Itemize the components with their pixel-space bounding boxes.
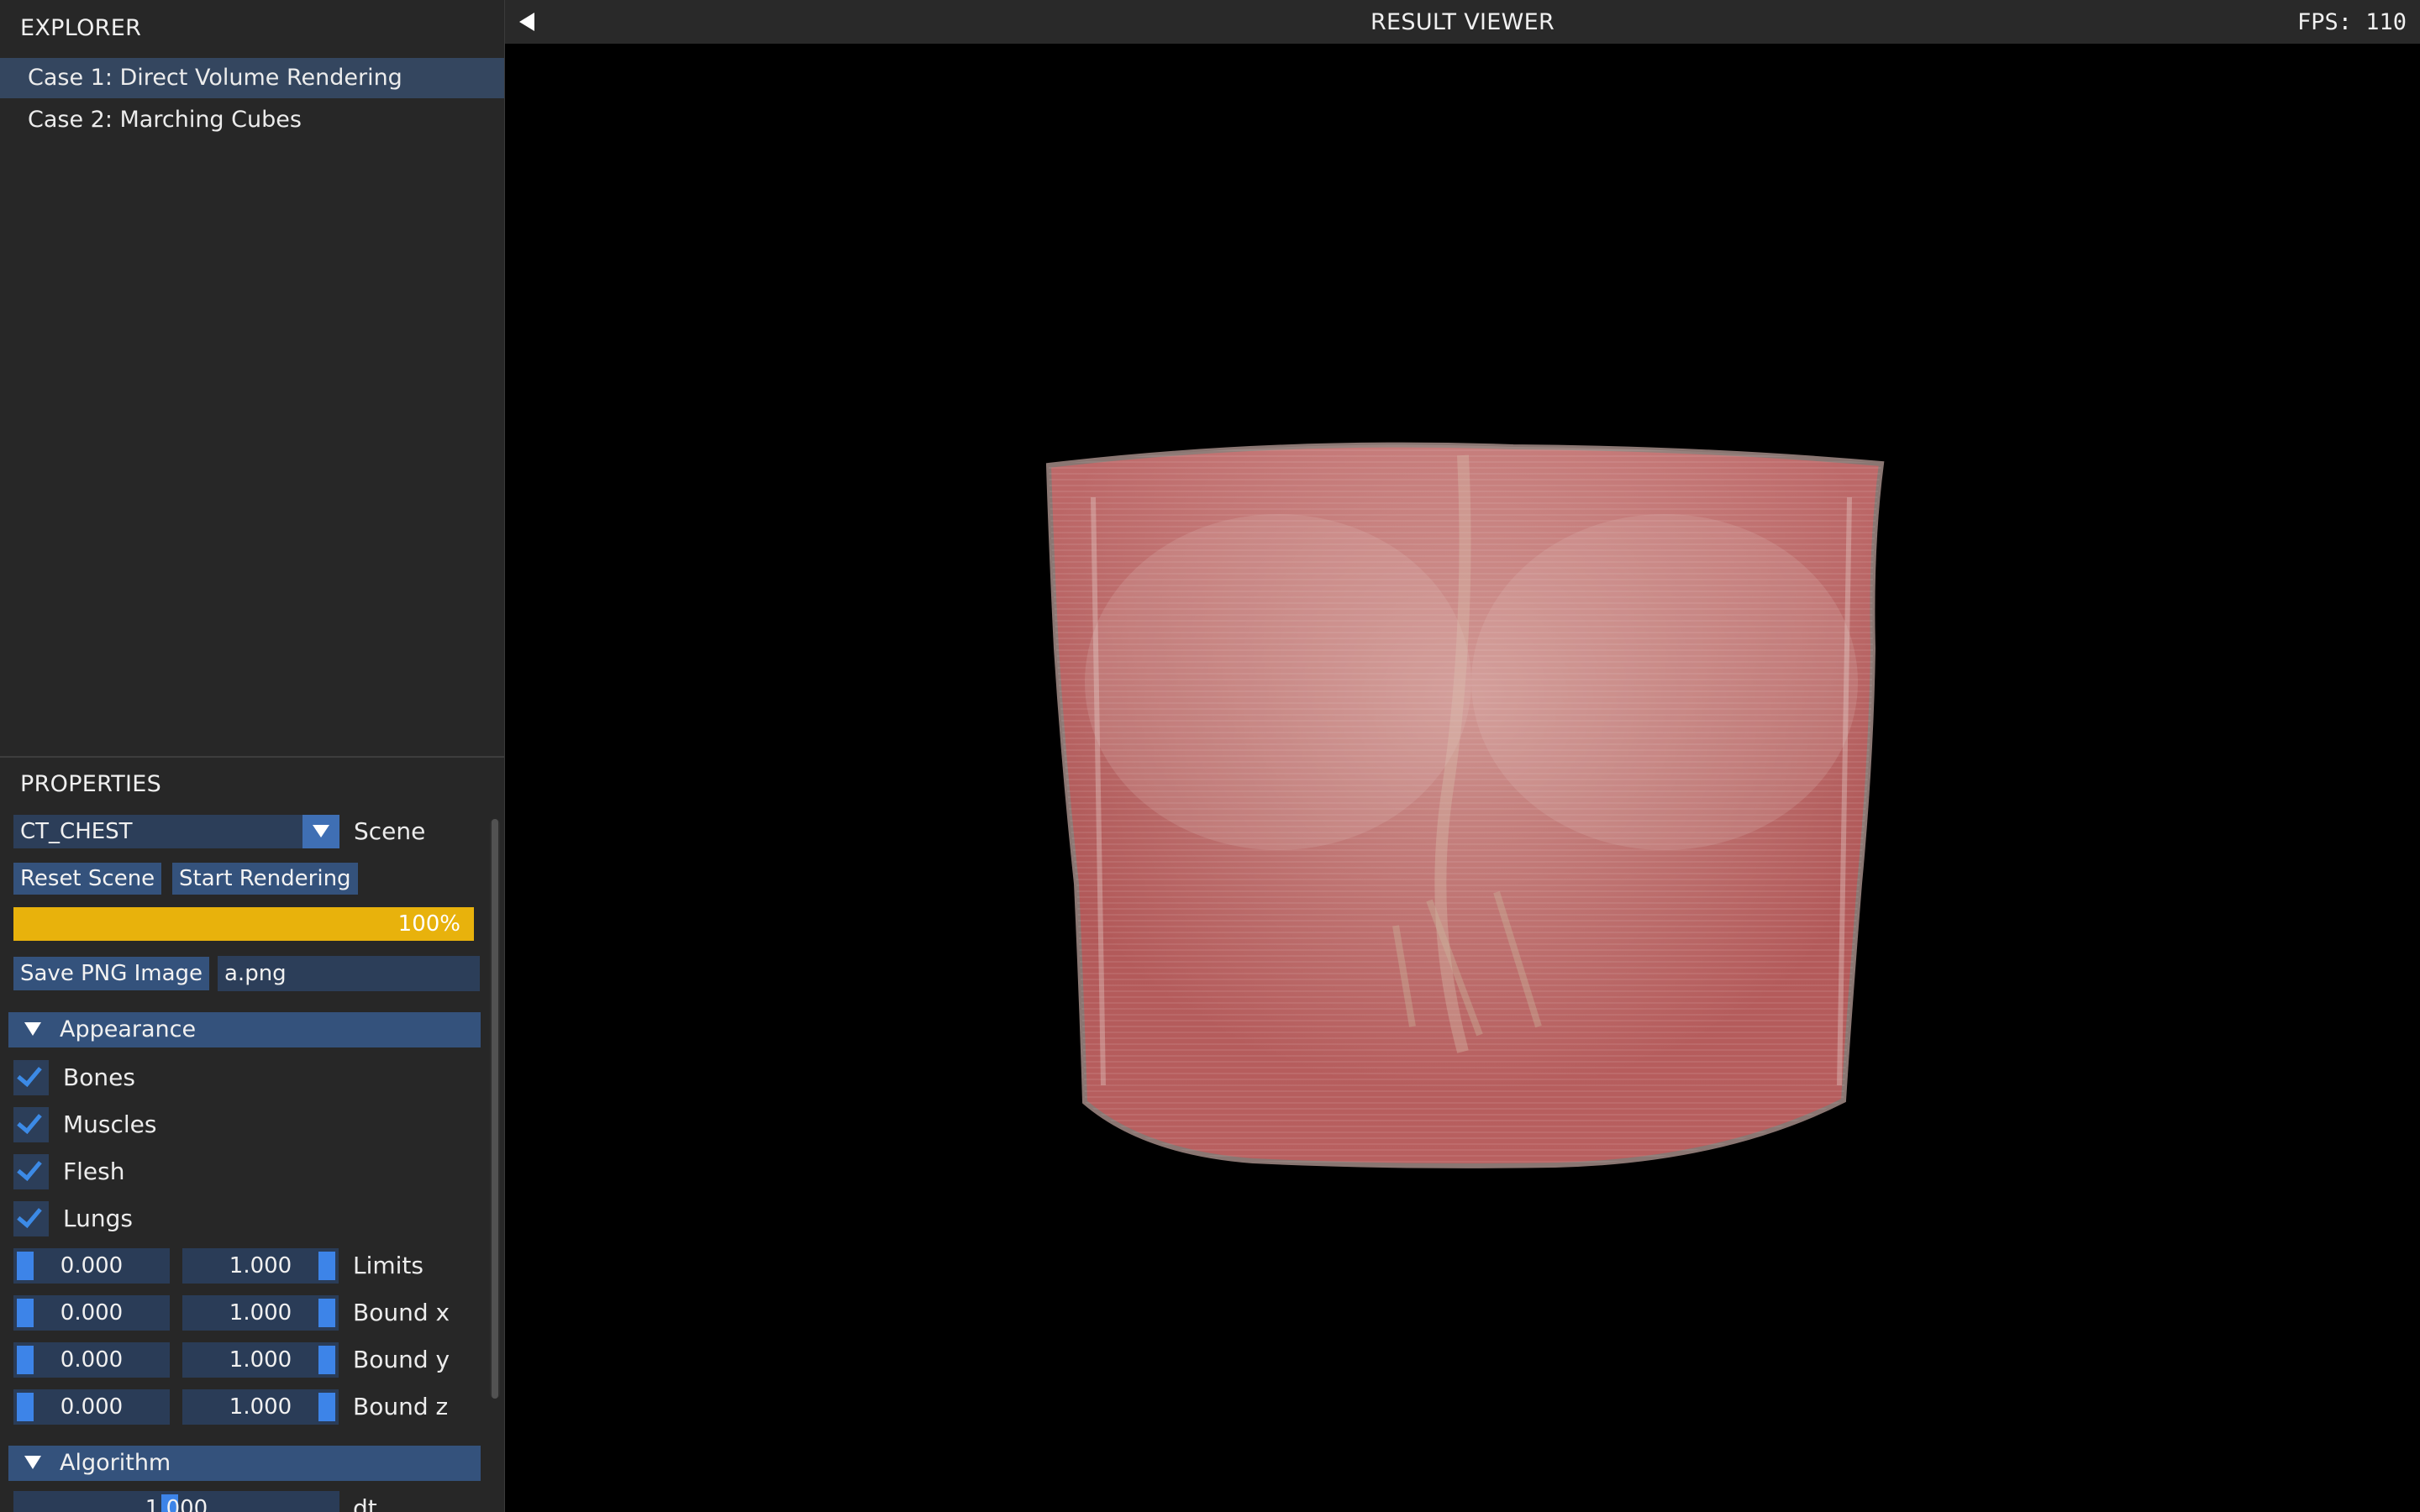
filename-input[interactable]	[218, 956, 480, 991]
lungs-checkbox[interactable]	[13, 1201, 49, 1236]
check-icon	[17, 1202, 42, 1228]
scrollbar-thumb[interactable]	[492, 819, 498, 1399]
dt-value: 1.000	[145, 1496, 208, 1512]
volume-render-canvas[interactable]	[505, 44, 2420, 1512]
chevron-down-icon[interactable]	[302, 815, 339, 848]
check-icon	[17, 1108, 42, 1134]
side-panel: EXPLORER Case 1: Direct Volume Rendering…	[0, 0, 505, 1512]
bound-z-label: Bound z	[353, 1393, 449, 1420]
appearance-header-label: Appearance	[60, 1016, 197, 1042]
fps-readout: FPS: 110	[2296, 9, 2407, 35]
flesh-label: Flesh	[63, 1158, 125, 1185]
muscles-label: Muscles	[63, 1110, 157, 1138]
properties-header: PROPERTIES	[20, 771, 162, 797]
render-progress-bar: 100%	[13, 907, 474, 941]
limits-label: Limits	[353, 1252, 424, 1279]
save-png-button[interactable]: Save PNG Image	[13, 957, 210, 990]
explorer-header: EXPLORER	[20, 15, 142, 41]
viewer-titlebar: RESULT VIEWER FPS: 110	[505, 0, 2420, 44]
scene-label: Scene	[354, 817, 426, 845]
bound-x-max-slider[interactable]: 1.000	[182, 1295, 339, 1331]
bound-z-min-value: 0.000	[60, 1394, 124, 1420]
chest-volume-render	[1045, 442, 1885, 1168]
algorithm-header-label: Algorithm	[60, 1450, 171, 1476]
bound-y-min-slider[interactable]: 0.000	[13, 1342, 170, 1378]
triangle-down-icon	[24, 1456, 41, 1469]
scene-select-value: CT_CHEST	[20, 819, 133, 844]
start-rendering-button[interactable]: Start Rendering	[172, 863, 358, 895]
check-icon	[17, 1155, 42, 1181]
muscles-checkbox[interactable]	[13, 1107, 49, 1142]
properties-content: CT_CHEST Scene Reset Scene Start Renderi…	[0, 811, 487, 1512]
explorer-item-direct-volume-rendering[interactable]: Case 1: Direct Volume Rendering	[0, 58, 504, 98]
bound-y-max-slider[interactable]: 1.000	[182, 1342, 339, 1378]
limits-min-value: 0.000	[60, 1253, 124, 1278]
dt-slider[interactable]: 1.000	[13, 1491, 339, 1512]
bound-y-max-value: 1.000	[229, 1347, 292, 1373]
algorithm-collapse-header[interactable]: Algorithm	[8, 1446, 481, 1481]
bones-label: Bones	[63, 1063, 135, 1091]
result-viewer: RESULT VIEWER FPS: 110	[505, 0, 2420, 1512]
bones-checkbox[interactable]	[13, 1060, 49, 1095]
bound-z-max-value: 1.000	[229, 1394, 292, 1420]
limits-max-slider[interactable]: 1.000	[182, 1248, 339, 1284]
limits-min-slider[interactable]: 0.000	[13, 1248, 170, 1284]
viewer-title: RESULT VIEWER	[1370, 9, 1555, 35]
bound-x-label: Bound x	[353, 1299, 450, 1326]
explorer-item-marching-cubes[interactable]: Case 2: Marching Cubes	[0, 100, 504, 140]
lungs-label: Lungs	[63, 1205, 133, 1232]
bound-x-max-value: 1.000	[229, 1300, 292, 1326]
flesh-checkbox[interactable]	[13, 1154, 49, 1189]
bound-z-max-slider[interactable]: 1.000	[182, 1389, 339, 1425]
scene-select[interactable]: CT_CHEST	[13, 815, 339, 848]
panel-divider[interactable]	[0, 756, 504, 758]
check-icon	[17, 1061, 42, 1087]
bound-y-label: Bound y	[353, 1346, 450, 1373]
triangle-down-icon	[24, 1022, 41, 1036]
progress-text: 100%	[397, 911, 460, 937]
limits-max-value: 1.000	[229, 1253, 292, 1278]
bound-x-min-slider[interactable]: 0.000	[13, 1295, 170, 1331]
reset-scene-button[interactable]: Reset Scene	[13, 863, 162, 895]
appearance-collapse-header[interactable]: Appearance	[8, 1012, 481, 1047]
bound-y-min-value: 0.000	[60, 1347, 124, 1373]
bound-x-min-value: 0.000	[60, 1300, 124, 1326]
bound-z-min-slider[interactable]: 0.000	[13, 1389, 170, 1425]
dt-label: dt	[353, 1494, 377, 1512]
